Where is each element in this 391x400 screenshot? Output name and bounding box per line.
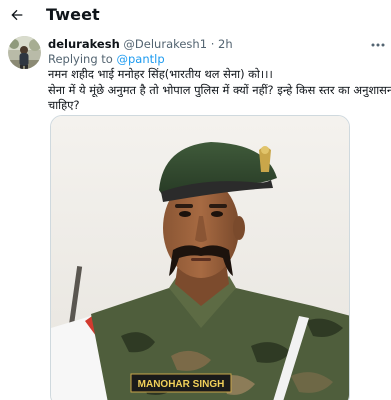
tweet: delurakesh @Delurakesh1 · 2h Replying to… <box>0 32 391 400</box>
separator-dot: · <box>210 37 215 51</box>
avatar[interactable] <box>8 36 41 69</box>
author-handle[interactable]: @Delurakesh1 <box>123 37 207 51</box>
tweet-text-line: चाहिए? <box>48 98 80 112</box>
tweet-author-row: delurakesh @Delurakesh1 · 2h <box>48 37 233 51</box>
page-title: Tweet <box>46 5 100 24</box>
tweet-text-line: नमन शहीद भाई मनोहर सिंह(भारतीय थल सेना) … <box>48 67 273 81</box>
tweet-text-line: सेना में ये मूंछे अनुमत है तो भोपाल पुलि… <box>48 82 391 97</box>
tweet-timestamp[interactable]: 2h <box>218 37 233 51</box>
name-tag-text: MANOHAR SINGH <box>138 379 225 390</box>
tweet-text: नमन शहीद भाई मनोहर सिंह(भारतीय थल सेना) … <box>48 67 391 114</box>
more-options-button[interactable] <box>368 40 388 50</box>
replying-to-label: Replying to <box>48 52 113 66</box>
arrow-left-icon <box>11 9 23 21</box>
top-bar: Tweet <box>0 0 391 32</box>
tweet-media-photo[interactable]: MANOHAR SINGH <box>50 115 350 400</box>
back-button[interactable] <box>6 4 28 26</box>
author-name[interactable]: delurakesh <box>48 37 120 51</box>
replying-to: Replying to @pantlp <box>48 52 165 66</box>
replying-to-handle[interactable]: @pantlp <box>117 52 165 66</box>
more-horizontal-icon <box>371 43 385 47</box>
